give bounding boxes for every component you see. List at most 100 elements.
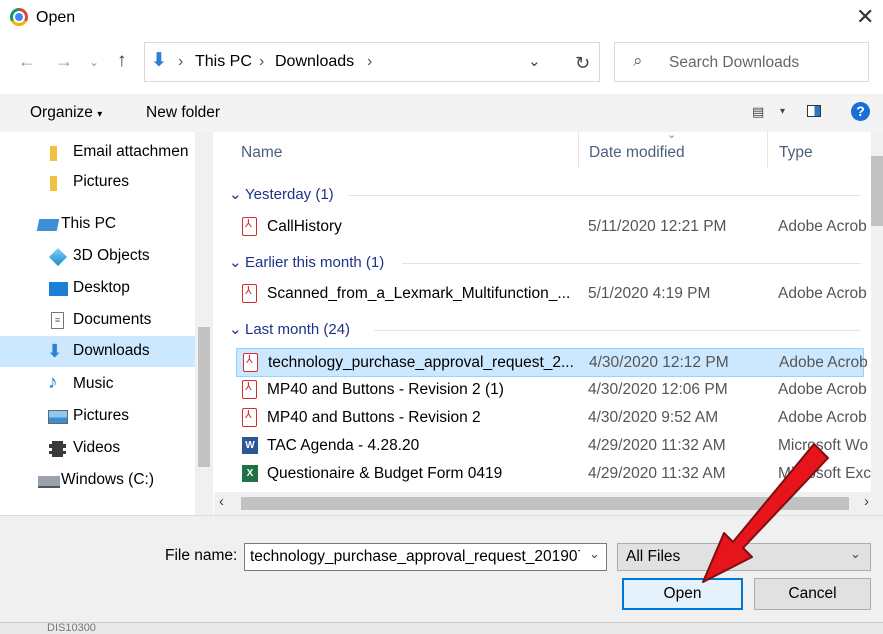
nav-item-music[interactable]: ♪ Music xyxy=(0,369,195,400)
file-type: Adobe Acrob xyxy=(778,285,867,302)
nav-item-label: Windows (C:) xyxy=(61,471,155,488)
breadcrumb-separator-icon: › xyxy=(178,53,184,70)
file-type: Adobe Acrob xyxy=(778,381,867,398)
new-folder-button[interactable]: New folder xyxy=(146,104,220,122)
drive-icon xyxy=(38,476,60,488)
file-row-selected[interactable]: technology_purchase_approval_request_2..… xyxy=(236,348,868,377)
nav-item-label: 3D Objects xyxy=(73,247,150,264)
list-vertical-scrollbar[interactable] xyxy=(871,132,883,492)
nav-item-3d-objects[interactable]: 3D Objects xyxy=(0,241,195,272)
close-icon[interactable]: ✕ xyxy=(856,4,874,30)
breadcrumb-this-pc[interactable]: This PC xyxy=(195,53,252,71)
file-type: Adobe Acrob xyxy=(778,218,867,235)
file-name: TAC Agenda - 4.28.20 xyxy=(267,437,420,454)
column-divider xyxy=(767,132,768,168)
title-bar: Open ✕ xyxy=(0,0,883,36)
search-icon: ⌕ xyxy=(633,51,643,70)
scroll-left-icon[interactable]: ‹ xyxy=(219,493,224,510)
column-header-type[interactable]: Type xyxy=(779,144,813,162)
search-input[interactable]: Search Downloads xyxy=(669,54,799,72)
file-name-label: File name: xyxy=(165,547,238,564)
group-divider xyxy=(402,263,861,264)
group-header-earlier-this-month[interactable]: Earlier this month (1) xyxy=(245,254,384,271)
address-dropdown-icon[interactable]: ⌄ xyxy=(528,52,541,70)
breadcrumb-separator-icon: › xyxy=(259,53,265,70)
file-date: 4/30/2020 12:12 PM xyxy=(589,354,729,371)
scroll-right-icon[interactable]: › xyxy=(864,493,869,510)
nav-item-pictures[interactable]: Pictures xyxy=(0,401,195,432)
file-name: technology_purchase_approval_request_2..… xyxy=(268,354,574,371)
nav-item-email-attachments[interactable]: Email attachmen xyxy=(0,137,195,168)
group-divider xyxy=(374,330,861,331)
forward-arrow-icon[interactable]: → xyxy=(55,51,73,72)
excel-icon: X xyxy=(242,465,258,482)
column-header-date[interactable]: Date modified xyxy=(589,144,685,162)
recent-locations-chevron-icon[interactable]: ⌄ xyxy=(89,55,99,69)
column-divider xyxy=(578,132,579,168)
refresh-icon[interactable]: ↻ xyxy=(575,53,590,74)
view-options-icon[interactable]: ▤ xyxy=(752,104,764,120)
view-caret-icon[interactable]: ▾ xyxy=(780,106,785,117)
pdf-icon xyxy=(242,217,257,236)
filter-dropdown-icon: ⌄ xyxy=(850,546,861,561)
help-icon[interactable]: ? xyxy=(851,102,870,121)
file-row[interactable]: MP40 and Buttons - Revision 2 (1) 4/30/2… xyxy=(236,376,867,405)
nav-item-desktop[interactable]: Desktop xyxy=(0,273,195,304)
file-name: MP40 and Buttons - Revision 2 xyxy=(267,409,481,426)
nav-item-pictures-quick[interactable]: Pictures xyxy=(0,167,195,198)
organize-button[interactable]: Organize ▾ xyxy=(30,104,102,122)
cube-icon xyxy=(48,247,68,267)
nav-item-downloads[interactable]: ⬇ Downloads xyxy=(0,336,195,367)
list-scroll-thumb[interactable] xyxy=(871,156,883,226)
nav-item-label: Music xyxy=(73,375,114,392)
search-box[interactable]: ⌕ Search Downloads xyxy=(614,42,869,82)
up-arrow-icon[interactable]: ↑ xyxy=(117,50,127,72)
file-name-input[interactable]: technology_purchase_approval_request_201… xyxy=(244,543,607,571)
nav-item-windows-c[interactable]: Windows (C:) xyxy=(0,465,195,496)
back-arrow-icon[interactable]: ← xyxy=(18,51,36,72)
file-date: 4/30/2020 12:06 PM xyxy=(588,381,728,398)
nav-item-label: Downloads xyxy=(73,342,150,359)
nav-scroll-thumb[interactable] xyxy=(198,327,210,467)
folder-icon xyxy=(50,146,57,161)
file-row[interactable]: MP40 and Buttons - Revision 2 4/30/2020 … xyxy=(236,404,867,433)
file-name: Questionaire & Budget Form 0419 xyxy=(267,465,503,482)
nav-item-label: Videos xyxy=(73,439,121,456)
file-row[interactable]: CallHistory 5/11/2020 12:21 PM Adobe Acr… xyxy=(236,213,867,242)
word-icon: W xyxy=(242,437,258,454)
chrome-icon xyxy=(10,8,28,26)
file-row[interactable]: Scanned_from_a_Lexmark_Multifunction_...… xyxy=(236,280,867,309)
pdf-icon xyxy=(243,353,258,372)
address-bar[interactable]: ⬇ › This PC › Downloads › ⌄ xyxy=(144,42,600,82)
annotation-arrow-icon xyxy=(702,443,829,583)
nav-item-label: This PC xyxy=(61,215,117,232)
caret-down-icon: ▾ xyxy=(97,109,103,120)
group-chevron-icon[interactable]: ⌄ xyxy=(229,185,242,203)
file-date: 5/11/2020 12:21 PM xyxy=(588,218,727,235)
file-name-dropdown-icon[interactable]: ⌄ xyxy=(589,546,600,562)
group-chevron-icon[interactable]: ⌄ xyxy=(229,320,242,338)
group-divider xyxy=(349,195,861,196)
download-arrow-icon: ⬇ xyxy=(47,341,63,361)
documents-icon: ≡ xyxy=(51,312,64,329)
nav-item-videos[interactable]: Videos xyxy=(0,433,195,464)
column-header-name[interactable]: Name xyxy=(241,144,282,162)
sort-indicator-icon: ⌄ xyxy=(667,132,677,141)
pictures-icon xyxy=(48,410,68,424)
breadcrumb-separator-icon: › xyxy=(367,53,373,70)
window-title: Open xyxy=(36,9,76,26)
folder-icon xyxy=(50,176,57,191)
preview-pane-icon[interactable] xyxy=(807,105,821,117)
computer-icon xyxy=(36,219,60,231)
group-chevron-icon[interactable]: ⌄ xyxy=(229,253,242,271)
desktop-icon xyxy=(49,282,68,296)
group-header-last-month[interactable]: Last month (24) xyxy=(245,321,350,338)
nav-scrollbar[interactable] xyxy=(195,132,213,515)
breadcrumb-downloads[interactable]: Downloads xyxy=(275,53,354,71)
nav-item-this-pc[interactable]: This PC xyxy=(0,209,195,240)
navigation-pane: Email attachmen ^ Pictures This PC 3D Ob… xyxy=(0,132,214,515)
nav-item-label: Pictures xyxy=(73,407,129,424)
nav-item-documents[interactable]: ≡ Documents xyxy=(0,305,195,336)
group-header-yesterday[interactable]: Yesterday (1) xyxy=(245,186,334,203)
pdf-icon xyxy=(242,408,257,427)
